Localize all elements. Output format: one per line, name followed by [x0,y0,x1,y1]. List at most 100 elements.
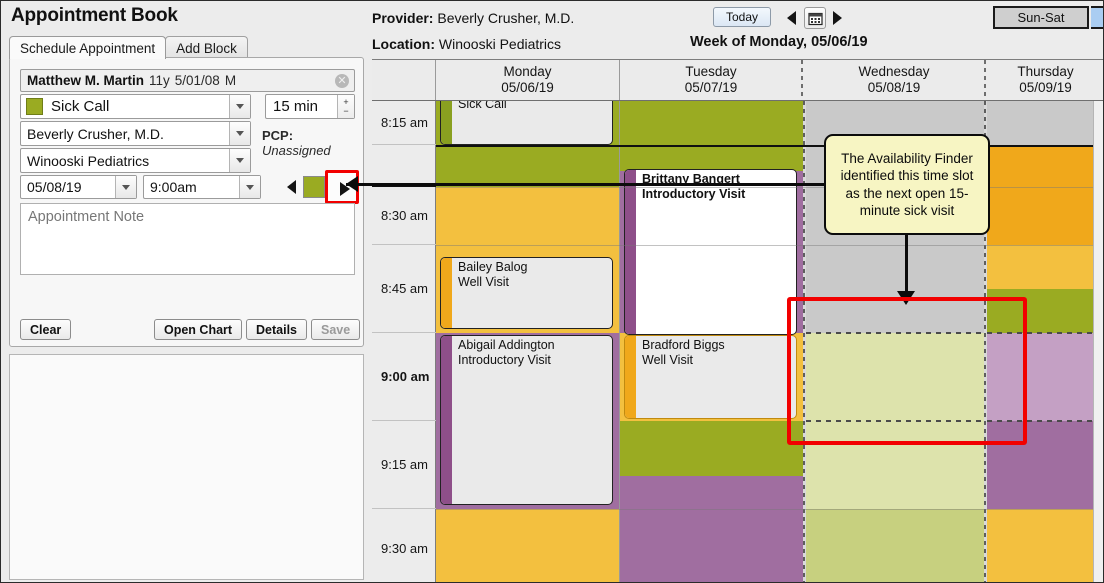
chevron-down-icon[interactable] [115,176,136,198]
column-header-monday: Monday 05/06/19 [436,60,619,100]
appointment-card[interactable]: Sick Call [440,101,613,145]
appointment-color-bar [441,258,452,328]
appointment-note-input[interactable]: Appointment Note [20,203,355,275]
appointment-color-bar [625,170,636,334]
provider-value: Beverly Crusher, M.D. [27,125,164,142]
time-row-6: 9:30 am [372,509,436,582]
location-label: Location: [372,36,435,52]
appointment-card[interactable]: Abigail Addington Introductory Visit [440,335,613,505]
time-row-5: 9:15 am [372,421,436,509]
location-value: Winooski Pediatrics [27,152,150,169]
calendar-column-headers: Monday 05/06/19 Tuesday 05/07/19 Wednesd… [372,60,1103,101]
stepper-minus[interactable]: − [343,106,348,116]
chevron-down-icon[interactable] [239,176,260,198]
duration-stepper[interactable]: 15 min + − [265,94,355,119]
location-select[interactable]: Winooski Pediatrics [20,148,251,173]
column-header-tuesday: Tuesday 05/07/19 [620,60,802,100]
pcp-value: Unassigned [262,143,331,158]
appointment-color-bar [441,336,452,504]
appointment-visit: Introductory Visit [458,353,551,367]
details-button[interactable]: Details [246,319,307,340]
calendar-header: Provider: Beverly Crusher, M.D. Location… [372,1,1103,59]
date-select[interactable]: 05/08/19 [20,175,137,199]
col-date: 05/09/19 [1019,80,1072,95]
pcp-info: PCP: Unassigned [262,128,363,158]
schedule-appointment-form: Matthew M. Martin 11y 5/01/08 M ✕ Sick C… [9,57,364,347]
down-arrow-icon [905,235,908,295]
appointment-patient: Bailey Balog [458,260,528,274]
appointment-card[interactable]: Bradford Biggs Well Visit [624,335,797,419]
provider-line: Provider: Beverly Crusher, M.D. [372,10,574,26]
visit-type-color-swatch [26,98,43,115]
date-range-arrow[interactable] [1091,6,1103,29]
day-column-tuesday[interactable]: Brittany Bangert Introductory Visit Brad… [620,101,803,582]
time-row-1: 8:15 am [372,101,436,145]
appointment-text: Bradford Biggs Well Visit [642,338,793,368]
location-value: Winooski Pediatrics [438,36,562,52]
current-time-line [436,145,1103,147]
appointment-color-bar [441,101,452,144]
time-row-4: 9:00 am [372,333,436,421]
date-value: 05/08/19 [27,179,82,195]
clear-circle-icon[interactable]: ✕ [335,73,349,88]
today-button[interactable]: Today [713,7,771,27]
patient-sex: M [224,73,237,88]
time-row-2: 8:30 am [372,187,436,245]
visit-type-value: Sick Call [51,98,110,115]
chevron-down-icon[interactable] [229,95,250,118]
appointment-card-selected[interactable]: Brittany Bangert Introductory Visit [624,169,797,335]
day-column-monday[interactable]: Sick Call Bailey Balog Well Visit Abigai… [436,101,619,582]
tab-add-block[interactable]: Add Block [165,36,248,59]
appointment-visit: Well Visit [458,275,509,289]
col-day: Monday [503,64,552,79]
time-select[interactable]: 9:00am [143,175,261,199]
open-chart-button[interactable]: Open Chart [154,319,243,340]
save-button: Save [311,319,361,340]
prev-week-icon[interactable] [787,11,796,25]
patient-dob: 5/01/08 [174,73,220,88]
date-range-select[interactable]: Sun-Sat [993,6,1089,29]
col-date: 05/08/19 [867,80,921,95]
appointment-patient: Bradford Biggs [642,338,725,352]
callout-leader-line [346,183,826,186]
appointment-text: Bailey Balog Well Visit [458,260,609,290]
provider-label: Provider: [372,10,434,26]
col-date: 05/07/19 [684,80,738,95]
next-week-icon[interactable] [833,11,842,25]
stepper-icon[interactable]: + − [337,95,354,118]
availability-color-swatch [303,176,325,198]
clear-button[interactable]: Clear [20,319,72,340]
provider-select[interactable]: Beverly Crusher, M.D. [20,121,251,146]
left-panel: Appointment Book Schedule Appointment Ad… [1,1,372,582]
appointment-text: Sick Call [458,101,609,112]
callout-tooltip: The Availability Finder identified this … [824,134,990,235]
availability-prev-icon[interactable] [287,180,296,194]
time-value: 9:00am [150,179,197,195]
duration-value: 15 min [273,98,319,115]
appointment-book-window: Appointment Book Schedule Appointment Ad… [0,0,1104,583]
patient-name: Matthew M. Martin [27,73,144,88]
calendar-icon[interactable] [804,7,826,29]
appointment-visit: Introductory Visit [642,187,746,201]
provider-value: Beverly Crusher, M.D. [437,10,575,26]
pcp-label: PCP: [262,128,294,143]
time-row-gap [372,145,436,187]
appointment-visit: Well Visit [642,353,693,367]
chevron-down-icon[interactable] [229,149,250,172]
patient-field[interactable]: Matthew M. Martin 11y 5/01/08 M ✕ [20,69,355,92]
visit-type-select[interactable]: Sick Call [20,94,251,119]
appointment-color-bar [625,336,636,418]
week-label: Week of Monday, 05/06/19 [690,34,868,50]
time-axis: 8:15 am 8:30 am 8:45 am 9:00 am 9:15 am … [372,101,436,582]
time-row-3: 8:45 am [372,245,436,333]
patient-age: 11y [149,73,170,88]
tab-schedule-appointment[interactable]: Schedule Appointment [9,36,167,59]
location-line: Location: Winooski Pediatrics [372,36,561,52]
tab-bar: Schedule Appointment Add Block [9,35,248,59]
lower-detail-panel [9,354,364,580]
appointment-text: Abigail Addington Introductory Visit [458,338,609,368]
vertical-scrollbar[interactable] [1093,101,1103,582]
appointment-card[interactable]: Bailey Balog Well Visit [440,257,613,329]
col-day: Tuesday [685,64,737,79]
chevron-down-icon[interactable] [229,122,250,145]
